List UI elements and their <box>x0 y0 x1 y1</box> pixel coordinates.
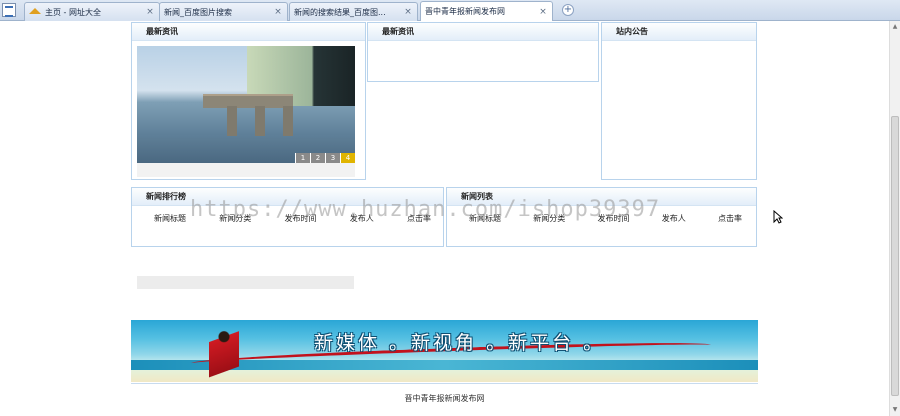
tab-news-site[interactable]: 晋中青年报新闻发布网 × <box>420 1 553 21</box>
tab-label: 新闻的搜索结果_百度图... <box>294 7 386 17</box>
column-publisher: 发布人 <box>349 214 374 223</box>
news-ranking-panel: 新闻排行榜 新闻标题 新闻分类 发布时间 发布人 点击率 <box>131 187 444 247</box>
table-header: 新闻标题 新闻分类 发布时间 发布人 点击率 <box>469 213 742 224</box>
scrollbar-thumb[interactable] <box>891 116 899 396</box>
footer-divider <box>131 383 758 384</box>
footer-text: 晋中青年报新闻发布网 <box>404 394 485 403</box>
browser-tab-bar: 主页 - 网址大全 × 新闻_百度图片搜索 × 新闻的搜索结果_百度图... ×… <box>0 0 900 21</box>
tab-label: 主页 - 网址大全 <box>45 7 101 17</box>
tab-label: 新闻_百度图片搜索 <box>164 7 232 17</box>
panel-title: 新闻列表 <box>447 188 756 206</box>
new-tab-button[interactable]: + <box>562 4 574 16</box>
close-icon[interactable]: × <box>273 7 283 17</box>
slideshow-page-1[interactable]: 1 <box>295 153 310 163</box>
slideshow-page-4[interactable]: 4 <box>340 153 355 163</box>
slideshow-caption-bar <box>137 163 355 177</box>
slideshow-pager: 1 2 3 4 <box>295 153 355 163</box>
placeholder-bar <box>137 276 354 289</box>
close-icon[interactable]: × <box>145 7 155 17</box>
tab-search-results[interactable]: 新闻的搜索结果_百度图... × <box>289 2 418 21</box>
announcements-panel: 站内公告 <box>601 22 757 180</box>
panel-title: 新闻排行榜 <box>132 188 443 206</box>
scroll-up-icon[interactable]: ▲ <box>891 23 899 31</box>
close-icon[interactable]: × <box>538 7 548 17</box>
news-slideshow-image[interactable]: 1 2 3 4 <box>137 46 355 163</box>
banner-slogan: 新媒体 。新视角 。新平台 。 <box>314 332 606 354</box>
tab-baidu-images[interactable]: 新闻_百度图片搜索 × <box>159 2 288 21</box>
vertical-scrollbar[interactable]: ▲ ▼ <box>889 21 900 416</box>
dancer-figure <box>209 330 239 378</box>
close-icon[interactable]: × <box>403 7 413 17</box>
scroll-down-icon[interactable]: ▼ <box>891 406 899 414</box>
tab-home[interactable]: 主页 - 网址大全 × <box>24 2 160 21</box>
mouse-cursor-icon <box>773 210 783 224</box>
news-list-panel: 新闻列表 新闻标题 新闻分类 发布时间 发布人 点击率 <box>446 187 757 247</box>
column-publisher: 发布人 <box>661 214 686 223</box>
latest-news-list-panel: 最新资讯 <box>367 22 599 82</box>
home-icon <box>29 7 41 14</box>
slideshow-page-2[interactable]: 2 <box>310 153 325 163</box>
column-publish-time: 发布时间 <box>284 214 317 223</box>
column-title: 新闻标题 <box>154 214 186 223</box>
slideshow-page-3[interactable]: 3 <box>325 153 340 163</box>
site-banner: 新媒体 。新视角 。新平台 。 <box>131 320 758 382</box>
column-title: 新闻标题 <box>469 214 501 223</box>
table-header: 新闻标题 新闻分类 发布时间 发布人 点击率 <box>154 213 431 224</box>
tab-label: 晋中青年报新闻发布网 <box>425 7 505 16</box>
panel-title: 最新资讯 <box>132 23 365 41</box>
column-clicks: 点击率 <box>718 214 742 223</box>
column-clicks: 点击率 <box>407 214 431 223</box>
column-category: 新闻分类 <box>533 214 566 223</box>
latest-news-panel: 最新资讯 1 2 3 4 <box>131 22 366 180</box>
browser-logo-icon[interactable] <box>2 3 16 17</box>
column-category: 新闻分类 <box>219 214 252 223</box>
panel-title: 最新资讯 <box>368 23 598 41</box>
panel-title: 站内公告 <box>602 23 756 41</box>
column-publish-time: 发布时间 <box>597 214 630 223</box>
